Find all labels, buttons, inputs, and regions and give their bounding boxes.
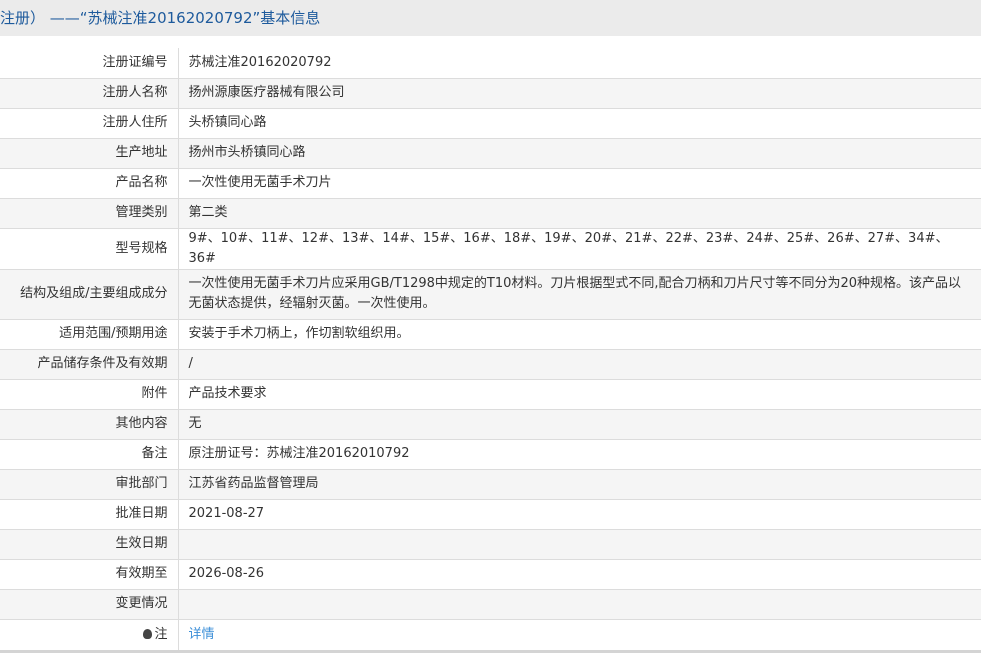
field-label: 批准日期	[0, 499, 179, 530]
field-label: 附件	[0, 379, 179, 410]
field-value: 产品技术要求	[178, 379, 981, 410]
field-value: 江苏省药品监督管理局	[178, 469, 981, 500]
field-value: 第二类	[178, 198, 981, 229]
field-value: 一次性使用无菌手术刀片	[178, 168, 981, 199]
field-value: 原注册证号：苏械注准20162010792	[178, 439, 981, 470]
field-label: 变更情况	[0, 589, 179, 620]
table-row: 审批部门 江苏省药品监督管理局	[0, 469, 981, 500]
page-title: 注册） ——“苏械注准20162020792”基本信息	[0, 0, 981, 36]
field-label: 适用范围/预期用途	[0, 319, 179, 350]
field-value: 扬州市头桥镇同心路	[178, 138, 981, 169]
field-label: 产品储存条件及有效期	[0, 349, 179, 380]
info-table: 注册证编号 苏械注准20162020792 注册人名称 扬州源康医疗器械有限公司 注册人…	[0, 48, 981, 653]
table-row: 批准日期 2021-08-27	[0, 499, 981, 530]
field-value: 2026-08-26	[178, 559, 981, 590]
field-value: 扬州源康医疗器械有限公司	[178, 78, 981, 109]
field-value: 安装于手术刀柄上，作切割软组织用。	[178, 319, 981, 350]
table-row: 变更情况	[0, 589, 981, 620]
table-row: 管理类别 第二类	[0, 198, 981, 229]
field-value: 2021-08-27	[178, 499, 981, 530]
table-row: 备注 原注册证号：苏械注准20162010792	[0, 439, 981, 470]
field-value: /	[178, 349, 981, 380]
table-row: 结构及组成/主要组成成分 一次性使用无菌手术刀片应采用GB/T1298中规定的T1…	[0, 269, 981, 320]
table-row-note: 注 详情	[0, 619, 981, 653]
note-label: 注	[154, 626, 168, 642]
table-row: 其他内容无	[0, 409, 981, 440]
field-label: 生效日期	[0, 529, 179, 560]
table-row: 附件 产品技术要求	[0, 379, 981, 410]
field-label: 产品名称	[0, 168, 179, 199]
field-value: 苏械注准20162020792	[178, 48, 981, 79]
table-row: 生产地址 扬州市头桥镇同心路	[0, 138, 981, 169]
page-title-text: 注册） ——“苏械注准20162020792”基本信息	[0, 9, 321, 27]
field-label: 备注	[0, 439, 179, 470]
field-value: 无	[178, 409, 981, 440]
field-value: 9#、10#、11#、12#、13#、14#、15#、16#、18#、19#、2…	[178, 228, 981, 270]
field-label: 结构及组成/主要组成成分	[0, 269, 179, 320]
table-row: 生效日期	[0, 529, 981, 560]
field-value: 头桥镇同心路	[178, 108, 981, 139]
table-row: 注册人住所 头桥镇同心路	[0, 108, 981, 139]
field-label: 注册人住所	[0, 108, 179, 139]
field-value	[178, 589, 981, 620]
details-link[interactable]: 详情	[189, 627, 215, 642]
table-row: 型号规格 9#、10#、11#、12#、13#、14#、15#、16#、18#、1…	[0, 228, 981, 270]
table-row: 有效期至 2026-08-26	[0, 559, 981, 590]
field-label: 注	[0, 619, 179, 653]
table-row: 适用范围/预期用途 安装于手术刀柄上，作切割软组织用。	[0, 319, 981, 350]
table-row: 注册证编号 苏械注准20162020792	[0, 48, 981, 79]
field-value	[178, 529, 981, 560]
field-label: 注册证编号	[0, 48, 179, 79]
field-label: 注册人名称	[0, 78, 179, 109]
table-row: 注册人名称 扬州源康医疗器械有限公司	[0, 78, 981, 109]
field-label: 其他内容	[0, 409, 179, 440]
field-label: 管理类别	[0, 198, 179, 229]
table-row: 产品储存条件及有效期 /	[0, 349, 981, 380]
table-row: 产品名称 一次性使用无菌手术刀片	[0, 168, 981, 199]
field-label: 型号规格	[0, 228, 179, 270]
lightbulb-icon	[143, 628, 153, 639]
field-value: 详情	[178, 619, 981, 653]
field-label: 审批部门	[0, 469, 179, 500]
field-label: 生产地址	[0, 138, 179, 169]
field-value: 一次性使用无菌手术刀片应采用GB/T1298中规定的T10材料。刀片根据型式不同…	[178, 269, 981, 320]
field-label: 有效期至	[0, 559, 179, 590]
